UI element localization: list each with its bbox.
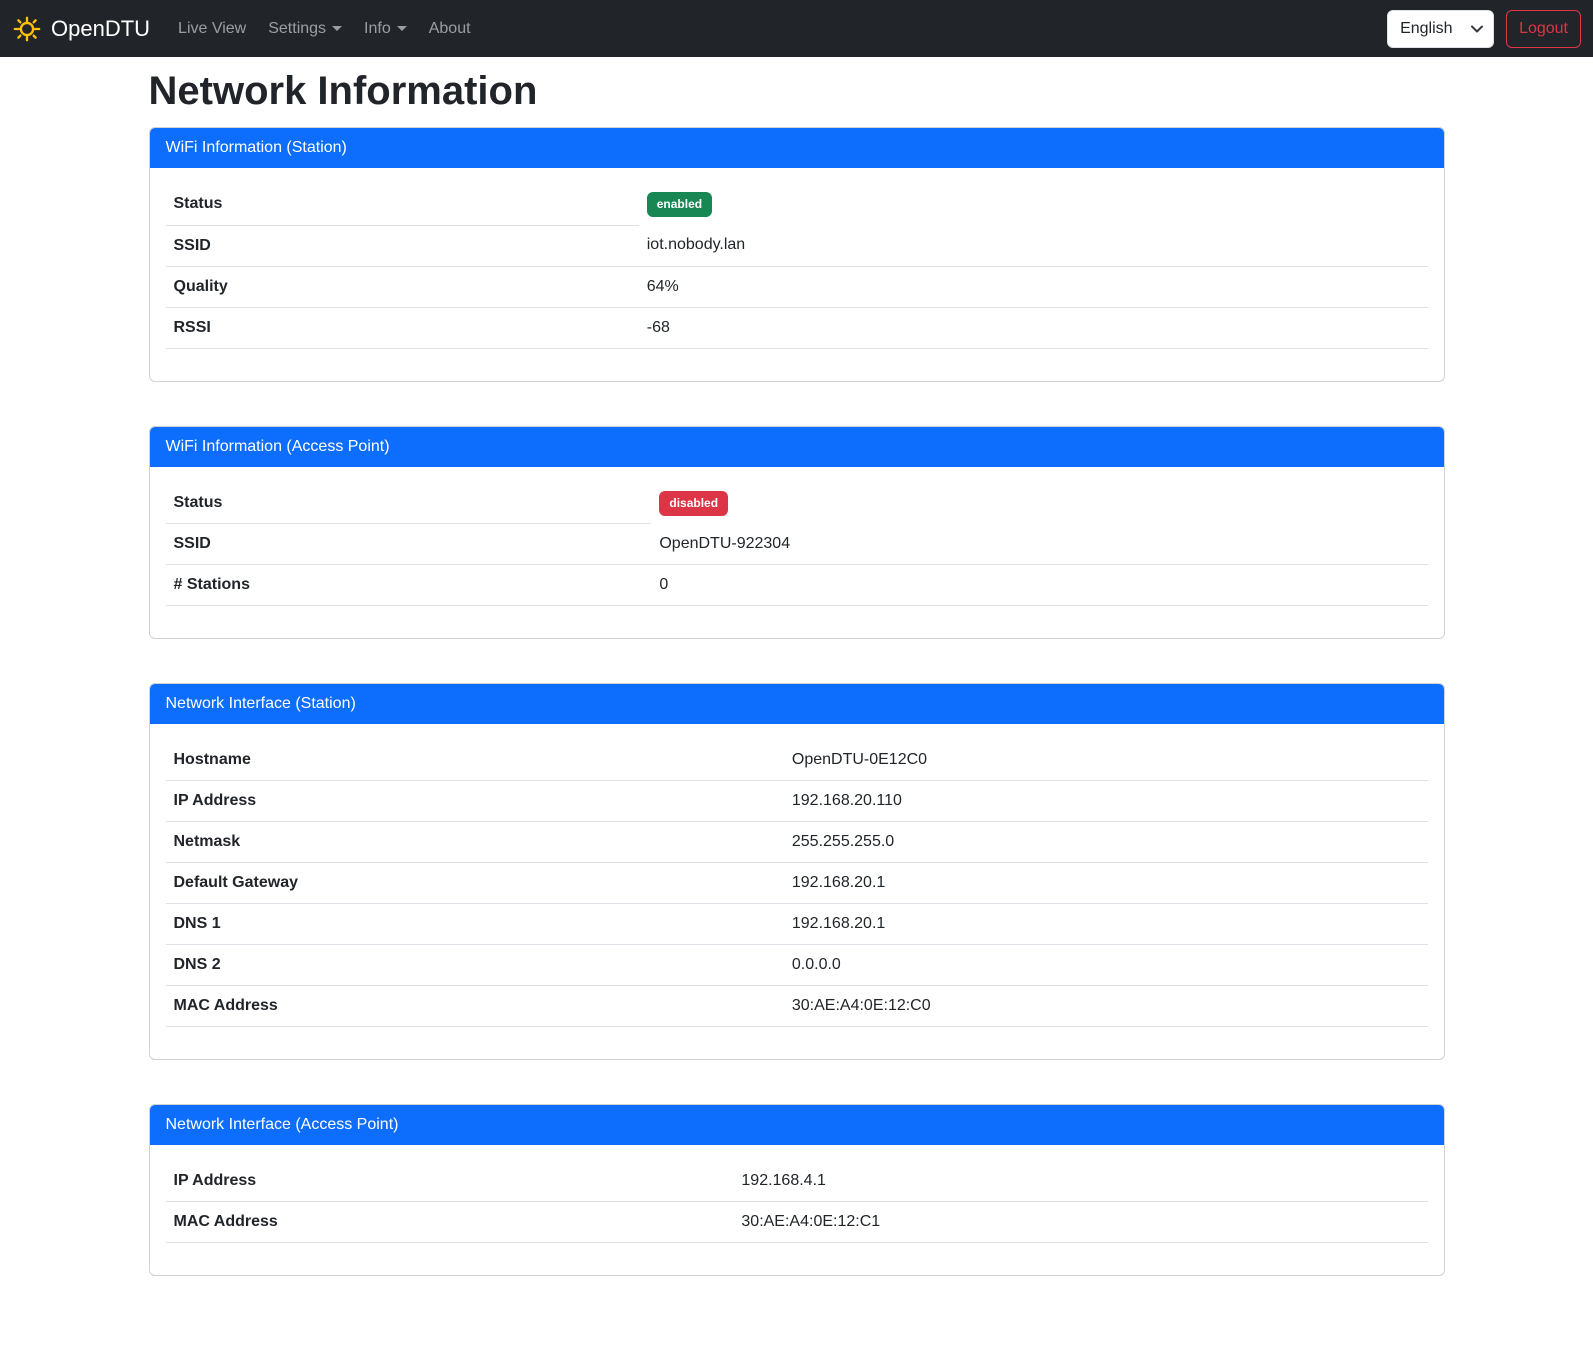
table-row: DNS 2 0.0.0.0 — [166, 945, 1428, 986]
row-value: 30:AE:A4:0E:12:C0 — [784, 986, 1428, 1027]
row-label: MAC Address — [166, 1202, 734, 1243]
main-content: Network Information WiFi Information (St… — [149, 57, 1445, 1276]
nav-item-settings[interactable]: Settings — [260, 12, 350, 46]
nav-item-about[interactable]: About — [421, 12, 479, 46]
card-wifi-access-point: WiFi Information (Access Point) Status d… — [149, 426, 1445, 640]
row-value: -68 — [639, 307, 1428, 348]
row-label: Default Gateway — [166, 863, 784, 904]
row-value: 0.0.0.0 — [784, 945, 1428, 986]
nav-item-label: Settings — [268, 20, 326, 37]
row-value: 30:AE:A4:0E:12:C1 — [733, 1202, 1427, 1243]
table-row: IP Address 192.168.4.1 — [166, 1161, 1428, 1202]
page-title: Network Information — [149, 69, 1445, 113]
table-row: DNS 1 192.168.20.1 — [166, 904, 1428, 945]
info-table: IP Address 192.168.4.1 MAC Address 30:AE… — [166, 1161, 1428, 1243]
row-label: SSID — [166, 524, 652, 565]
row-value: 192.168.20.110 — [784, 781, 1428, 822]
row-label: Hostname — [166, 740, 784, 781]
card-header: WiFi Information (Access Point) — [150, 427, 1444, 467]
table-row: Default Gateway 192.168.20.1 — [166, 863, 1428, 904]
table-row: SSID OpenDTU-922304 — [166, 524, 1428, 565]
table-row: MAC Address 30:AE:A4:0E:12:C1 — [166, 1202, 1428, 1243]
table-row: SSID iot.nobody.lan — [166, 225, 1428, 266]
table-row: Quality 64% — [166, 266, 1428, 307]
table-row: MAC Address 30:AE:A4:0E:12:C0 — [166, 986, 1428, 1027]
row-label: MAC Address — [166, 986, 784, 1027]
row-value: 192.168.20.1 — [784, 863, 1428, 904]
info-table: Hostname OpenDTU-0E12C0 IP Address 192.1… — [166, 740, 1428, 1027]
table-row: IP Address 192.168.20.110 — [166, 781, 1428, 822]
row-value: iot.nobody.lan — [639, 225, 1428, 266]
row-label: SSID — [166, 225, 639, 266]
card-body: Hostname OpenDTU-0E12C0 IP Address 192.1… — [150, 724, 1444, 1059]
card-body: IP Address 192.168.4.1 MAC Address 30:AE… — [150, 1145, 1444, 1275]
caret-down-icon — [397, 26, 407, 31]
row-label: Quality — [166, 266, 639, 307]
row-value: enabled — [639, 184, 1428, 225]
logout-button[interactable]: Logout — [1506, 10, 1581, 48]
brand-label: OpenDTU — [51, 16, 150, 42]
nav-item-label: About — [429, 20, 471, 37]
nav-item-info[interactable]: Info — [356, 12, 415, 46]
card-header: Network Interface (Station) — [150, 684, 1444, 724]
nav-item-label: Info — [364, 20, 391, 37]
navbar: OpenDTU Live View Settings Info About En… — [0, 0, 1593, 57]
brand-link[interactable]: OpenDTU — [12, 14, 150, 44]
row-value: 64% — [639, 266, 1428, 307]
row-value: 255.255.255.0 — [784, 822, 1428, 863]
row-value: OpenDTU-0E12C0 — [784, 740, 1428, 781]
info-table: Status enabled SSID iot.nobody.lan Quali… — [166, 184, 1428, 349]
nav-item-live-view[interactable]: Live View — [170, 12, 254, 46]
table-row: # Stations 0 — [166, 565, 1428, 606]
card-body: Status enabled SSID iot.nobody.lan Quali… — [150, 168, 1444, 381]
card-body: Status disabled SSID OpenDTU-922304 # St… — [150, 467, 1444, 639]
table-row: Netmask 255.255.255.0 — [166, 822, 1428, 863]
row-value: 192.168.4.1 — [733, 1161, 1427, 1202]
row-label: Status — [166, 184, 639, 225]
card-header: WiFi Information (Station) — [150, 128, 1444, 168]
nav-item-label: Live View — [178, 20, 246, 37]
row-label: IP Address — [166, 1161, 734, 1202]
row-label: IP Address — [166, 781, 784, 822]
card-network-access-point: Network Interface (Access Point) IP Addr… — [149, 1104, 1445, 1276]
sun-icon — [12, 14, 42, 44]
row-label: RSSI — [166, 307, 639, 348]
card-network-station: Network Interface (Station) Hostname Ope… — [149, 683, 1445, 1060]
table-row: RSSI -68 — [166, 307, 1428, 348]
status-badge: enabled — [647, 192, 712, 217]
row-label: Status — [166, 483, 652, 524]
row-label: DNS 2 — [166, 945, 784, 986]
card-header: Network Interface (Access Point) — [150, 1105, 1444, 1145]
row-label: # Stations — [166, 565, 652, 606]
language-select-wrap: English — [1387, 10, 1494, 48]
nav-links: Live View Settings Info About — [170, 12, 485, 46]
table-row: Hostname OpenDTU-0E12C0 — [166, 740, 1428, 781]
table-row: Status enabled — [166, 184, 1428, 225]
row-value: OpenDTU-922304 — [651, 524, 1427, 565]
table-row: Status disabled — [166, 483, 1428, 524]
row-value: 0 — [651, 565, 1427, 606]
row-value: disabled — [651, 483, 1427, 524]
status-badge: disabled — [659, 491, 728, 516]
caret-down-icon — [332, 26, 342, 31]
language-select[interactable]: English — [1387, 10, 1494, 48]
info-table: Status disabled SSID OpenDTU-922304 # St… — [166, 483, 1428, 607]
navbar-right: English Logout — [1387, 10, 1581, 48]
row-value: 192.168.20.1 — [784, 904, 1428, 945]
card-wifi-station: WiFi Information (Station) Status enable… — [149, 127, 1445, 382]
row-label: DNS 1 — [166, 904, 784, 945]
row-label: Netmask — [166, 822, 784, 863]
